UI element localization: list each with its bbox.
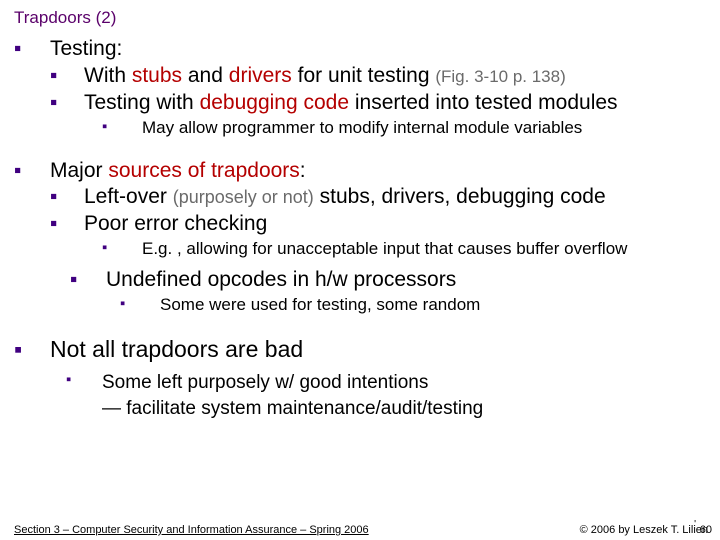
txt: — facilitate system maintenance/audit/te… bbox=[102, 398, 483, 419]
square-bullet-icon: ▪ bbox=[50, 211, 84, 238]
text-not-all-bad: Not all trapdoors are bad bbox=[50, 335, 708, 364]
txt: for unit testing bbox=[292, 64, 436, 87]
bullet-eg-buffer: ▪ E.g. , allowing for unacceptable input… bbox=[102, 238, 708, 261]
bullet-may-allow: ▪ May allow programmer to modify interna… bbox=[102, 117, 708, 140]
text-debugging-code: Testing with debugging code inserted int… bbox=[84, 90, 708, 117]
text-some-left: Some left purposely w/ good intentions —… bbox=[102, 370, 708, 421]
footer-right: © 2006 by Leszek T. Lilien bbox=[580, 524, 708, 536]
square-bullet-icon: ▪ bbox=[14, 158, 50, 185]
square-bullet-icon: ▪ bbox=[102, 238, 142, 261]
square-bullet-icon: ▪ bbox=[50, 63, 84, 90]
txt: With bbox=[84, 64, 132, 87]
txt: sources of trapdoors bbox=[108, 159, 299, 182]
txt: and bbox=[182, 64, 229, 87]
bullet-poor-error: ▪ Poor error checking bbox=[50, 211, 708, 238]
txt: inserted into tested modules bbox=[349, 91, 618, 114]
page-number: 60 bbox=[700, 524, 712, 536]
bullet-stubs-drivers: ▪ With stubs and drivers for unit testin… bbox=[50, 63, 708, 90]
bullet-not-all-bad: ▪ Not all trapdoors are bad bbox=[14, 335, 708, 364]
txt: Left-over bbox=[84, 185, 173, 208]
txt: Some left purposely w/ good intentions bbox=[102, 372, 428, 393]
square-bullet-icon: ▪ bbox=[50, 184, 84, 211]
slide-title: Trapdoors (2) bbox=[14, 8, 708, 28]
slide: Trapdoors (2) ▪ Testing: ▪ With stubs an… bbox=[0, 0, 720, 540]
bullet-some-used: ▪ Some were used for testing, some rando… bbox=[120, 294, 708, 317]
txt: stubs, drivers, debugging code bbox=[314, 185, 606, 208]
text-major-sources: Major sources of trapdoors: bbox=[50, 158, 708, 185]
text-poor-error: Poor error checking bbox=[84, 211, 708, 238]
text-may-allow: May allow programmer to modify internal … bbox=[142, 117, 708, 140]
bullet-some-left: ▪ Some left purposely w/ good intentions… bbox=[66, 370, 708, 421]
square-bullet-icon: ▪ bbox=[66, 370, 102, 421]
txt: stubs bbox=[132, 64, 182, 87]
bullet-testing: ▪ Testing: bbox=[14, 36, 708, 63]
square-bullet-icon: ▪ bbox=[102, 117, 142, 140]
txt: : bbox=[300, 159, 306, 182]
text-some-used: Some were used for testing, some random bbox=[160, 294, 708, 317]
txt: drivers bbox=[229, 64, 292, 87]
text-testing: Testing: bbox=[50, 36, 708, 63]
footer-left: Section 3 – Computer Security and Inform… bbox=[14, 524, 369, 536]
bullet-undefined-opcodes: ▪ Undefined opcodes in h/w processors bbox=[70, 267, 708, 294]
square-bullet-icon: ▪ bbox=[120, 294, 160, 317]
bullet-major-sources: ▪ Major sources of trapdoors: bbox=[14, 158, 708, 185]
square-bullet-icon: ▪ bbox=[70, 267, 106, 294]
text-eg-buffer: E.g. , allowing for unacceptable input t… bbox=[142, 238, 708, 261]
square-bullet-icon: ▪ bbox=[14, 36, 50, 63]
text-left-over: Left-over (purposely or not) stubs, driv… bbox=[84, 184, 708, 211]
txt: (purposely or not) bbox=[173, 187, 314, 207]
txt: debugging code bbox=[200, 91, 349, 114]
txt: (Fig. 3-10 p. 138) bbox=[435, 67, 565, 86]
footer: Section 3 – Computer Security and Inform… bbox=[0, 524, 720, 536]
text-undefined-opcodes: Undefined opcodes in h/w processors bbox=[106, 267, 708, 294]
square-bullet-icon: ▪ bbox=[14, 335, 50, 364]
txt: Major bbox=[50, 159, 108, 182]
txt: Testing with bbox=[84, 91, 200, 114]
square-bullet-icon: ▪ bbox=[50, 90, 84, 117]
text-stubs-drivers: With stubs and drivers for unit testing … bbox=[84, 63, 708, 90]
tick-mark: ' bbox=[694, 519, 696, 530]
bullet-debugging-code: ▪ Testing with debugging code inserted i… bbox=[50, 90, 708, 117]
bullet-left-over: ▪ Left-over (purposely or not) stubs, dr… bbox=[50, 184, 708, 211]
